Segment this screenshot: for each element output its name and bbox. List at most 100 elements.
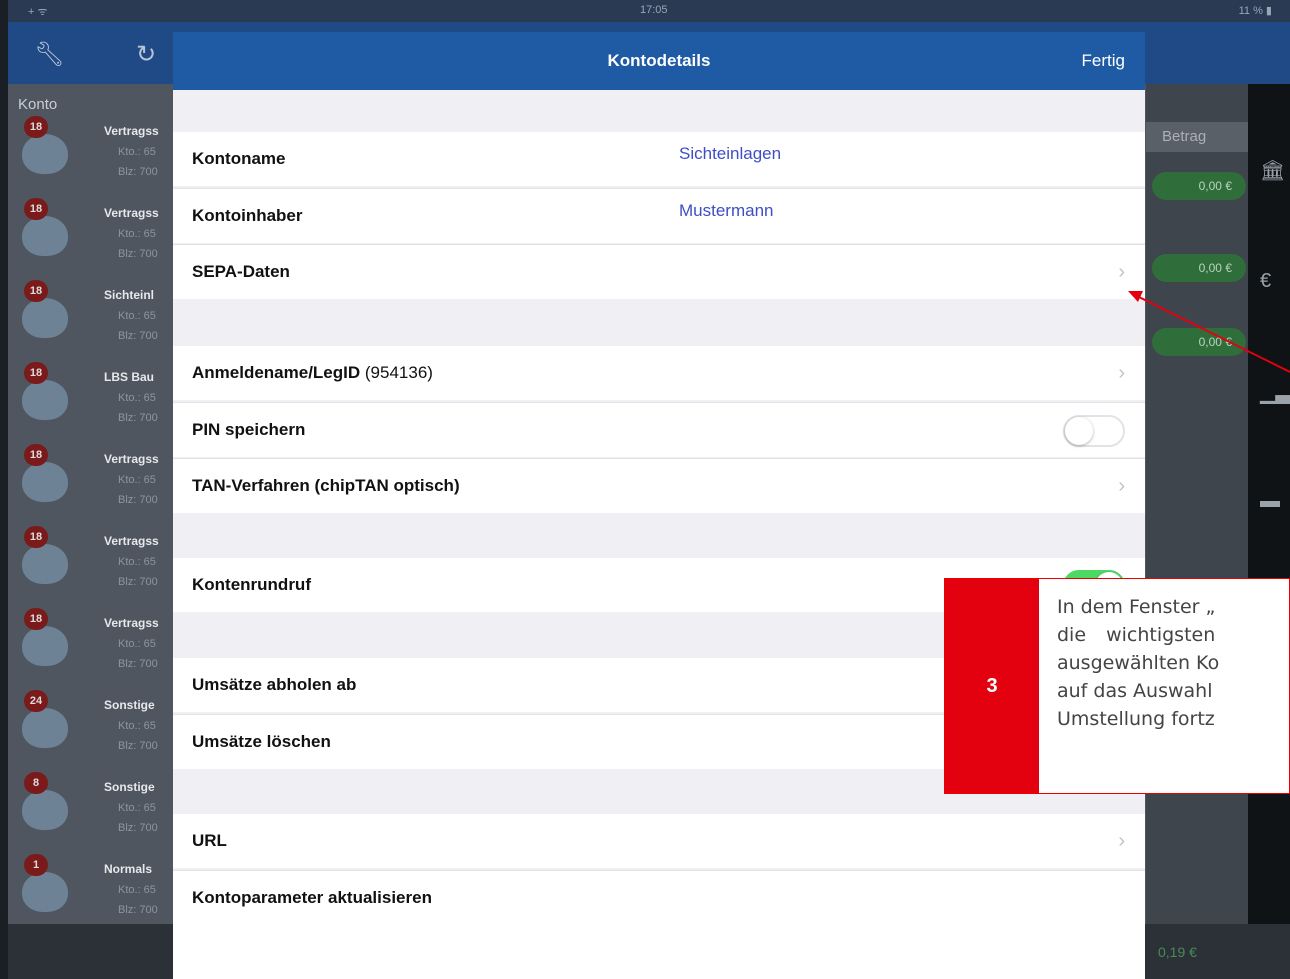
callout-line: die wichtigsten (1057, 624, 1216, 646)
calculator-icon (22, 298, 68, 338)
status-bar: + ᯤ 17:05 11 % ▮ (8, 0, 1290, 22)
chevron-right-icon: › (1118, 830, 1125, 852)
row-label: TAN-Verfahren (chipTAN optisch) (192, 476, 460, 495)
kontoinhaber-value[interactable]: Mustermann (679, 201, 773, 221)
kontodetails-modal: Kontodetails Fertig Kontoname Sichteinla… (173, 32, 1145, 979)
badge: 24 (24, 690, 48, 712)
piggy-bank-icon (22, 544, 68, 584)
account-row[interactable]: 8 Sonstige Kto.: 65 Blz: 700 (8, 772, 176, 854)
chart-icon[interactable]: ▁▃ (1260, 380, 1290, 405)
row-sepa-daten[interactable]: SEPA-Daten › (173, 244, 1145, 299)
badge: 18 (24, 198, 48, 220)
row-label: PIN speichern (192, 420, 306, 439)
house-icon (22, 380, 68, 420)
calculator-icon (22, 790, 68, 830)
status-time: 17:05 (640, 4, 668, 16)
row-label: SEPA-Daten (192, 262, 290, 281)
account-row[interactable]: 18 Vertragss Kto.: 65 Blz: 700 (8, 608, 176, 690)
account-row[interactable]: 18 Sichteinl Kto.: 65 Blz: 700 (8, 280, 176, 362)
account-row[interactable]: 18 Vertragss Kto.: 65 Blz: 700 (8, 526, 176, 608)
toggle-knob (1065, 417, 1093, 445)
bank-code: Blz: 700 (118, 822, 158, 834)
badge: 18 (24, 526, 48, 548)
account-number: Kto.: 65 (118, 638, 156, 650)
amount-pill: 0,00 € (1152, 328, 1246, 356)
account-name: Vertragss (104, 124, 159, 138)
total-balance: 0,19 € (1158, 944, 1197, 960)
account-row[interactable]: 18 Vertragss Kto.: 65 Blz: 700 (8, 444, 176, 526)
row-label: Kontoinhaber (192, 206, 303, 225)
calculator-icon (22, 708, 68, 748)
badge: 18 (24, 608, 48, 630)
account-name: Sichteinl (104, 288, 155, 302)
account-row[interactable]: 18 Vertragss Kto.: 65 Blz: 700 (8, 198, 176, 280)
bank-code: Blz: 700 (118, 248, 158, 260)
konto-header: Konto (18, 96, 58, 113)
account-name: LBS Bau (104, 370, 155, 384)
piggy-bank-icon (22, 872, 68, 912)
account-number: Kto.: 65 (118, 474, 156, 486)
piggy-bank-icon (22, 216, 68, 256)
bank-icon[interactable]: 🏛︎ (1260, 158, 1285, 183)
row-kontoinhaber[interactable]: Kontoinhaber Mustermann (173, 188, 1145, 243)
bank-code: Blz: 700 (118, 576, 158, 588)
account-row[interactable]: 18 Vertragss Kto.: 65 Blz: 700 (8, 116, 176, 198)
amount-pill: 0,00 € (1152, 254, 1246, 282)
row-label: Kontoparameter aktualisieren (192, 888, 432, 907)
modal-navbar: Kontodetails Fertig (173, 32, 1145, 90)
callout-line: auf das Auswahl (1057, 680, 1213, 702)
bank-code: Blz: 700 (118, 658, 158, 670)
row-kontoname[interactable]: Kontoname Sichteinlagen (173, 132, 1145, 186)
folder-icon[interactable]: ▬ (1260, 490, 1280, 513)
row-anmeldename[interactable]: Anmeldename/LegID (954136) › (173, 346, 1145, 400)
badge: 1 (24, 854, 48, 876)
bank-code: Blz: 700 (118, 494, 158, 506)
empty-row (173, 925, 1145, 979)
row-label: Umsätze löschen (192, 732, 331, 751)
amount-pill: 0,00 € (1152, 172, 1246, 200)
row-label: Anmeldename/LegID (954136) (192, 346, 433, 400)
callout-line: In dem Fenster „ (1057, 596, 1216, 618)
signal-indicator: + ᯤ (28, 6, 48, 18)
account-name: Vertragss (104, 616, 159, 630)
kontoname-value[interactable]: Sichteinlagen (679, 144, 781, 164)
account-number: Kto.: 65 (118, 720, 156, 732)
betrag-header: Betrag (1146, 122, 1248, 152)
chevron-right-icon: › (1118, 362, 1125, 384)
bank-code: Blz: 700 (118, 166, 158, 178)
account-number: Kto.: 65 (118, 802, 156, 814)
pin-toggle[interactable] (1063, 415, 1125, 447)
account-number: Kto.: 65 (118, 556, 156, 568)
account-row[interactable]: 18 LBS Bau Kto.: 65 Blz: 700 (8, 362, 176, 444)
euro-icon[interactable]: € (1260, 270, 1271, 293)
modal-title: Kontodetails (607, 51, 711, 70)
row-label: Umsätze abholen ab (192, 675, 357, 694)
account-row[interactable]: 24 Sonstige Kto.: 65 Blz: 700 (8, 690, 176, 772)
row-url[interactable]: URL › (173, 814, 1145, 868)
badge: 18 (24, 280, 48, 302)
row-kontoparameter[interactable]: Kontoparameter aktualisieren (173, 870, 1145, 925)
battery-indicator: 11 % ▮ (1238, 5, 1272, 17)
row-pin-speichern: PIN speichern (173, 402, 1145, 457)
chevron-right-icon: › (1118, 475, 1125, 497)
instruction-callout: 3 In dem Fenster „ die wichtigsten ausge… (944, 578, 1290, 794)
row-label: URL (192, 831, 227, 850)
row-label: Kontoname (192, 149, 286, 168)
account-name: Vertragss (104, 534, 159, 548)
account-number: Kto.: 65 (118, 146, 156, 158)
piggy-bank-icon (22, 134, 68, 174)
account-name: Vertragss (104, 206, 159, 220)
account-number: Kto.: 65 (118, 228, 156, 240)
row-tan-verfahren[interactable]: TAN-Verfahren (chipTAN optisch) › (173, 458, 1145, 513)
account-number: Kto.: 65 (118, 884, 156, 896)
callout-line: ausgewählten Ko (1057, 652, 1220, 674)
bank-code: Blz: 700 (118, 740, 158, 752)
account-name: Sonstige (104, 780, 155, 794)
wrench-icon[interactable]: 🔧︎ (34, 40, 64, 69)
callout-line: Umstellung fortz (1057, 708, 1215, 730)
done-button[interactable]: Fertig (1082, 32, 1125, 90)
chevron-right-icon: › (1118, 261, 1125, 283)
account-number: Kto.: 65 (118, 310, 156, 322)
account-name: Normals (104, 862, 153, 876)
sync-icon[interactable]: ↻ (136, 40, 156, 69)
